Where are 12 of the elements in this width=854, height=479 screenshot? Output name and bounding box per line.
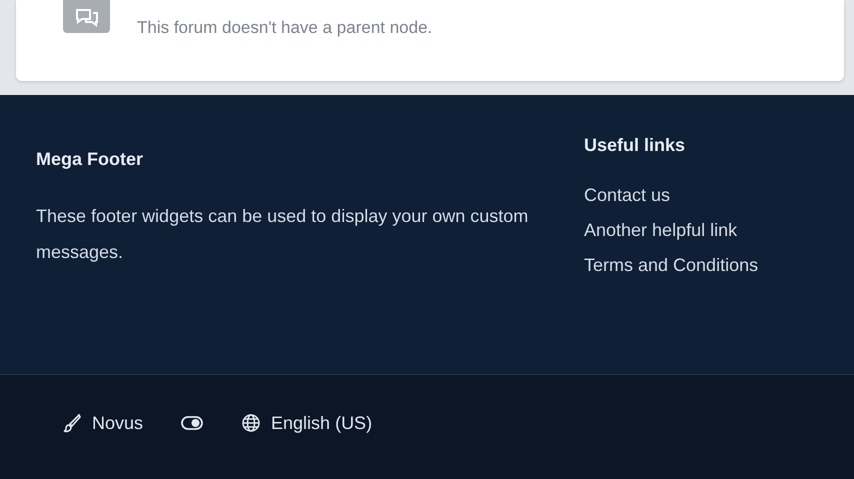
globe-icon <box>241 413 262 433</box>
widget-text: These footer widgets can be used to display your own custom messages. <box>36 205 530 264</box>
brush-icon <box>62 413 82 433</box>
footer-link[interactable]: Another helpful link <box>584 213 758 248</box>
style-chooser[interactable]: Novus <box>62 412 144 434</box>
language-chooser[interactable]: English (US) <box>241 412 372 434</box>
footer-link[interactable]: Contact us <box>584 178 758 213</box>
toggle-icon[interactable] <box>181 416 204 430</box>
notice-text: This forum doesn't have a parent node. <box>137 18 432 38</box>
footer-link[interactable]: Terms and Conditions <box>584 248 758 283</box>
widget-title: Useful links <box>584 135 686 156</box>
widget-title: Mega Footer <box>36 149 144 170</box>
